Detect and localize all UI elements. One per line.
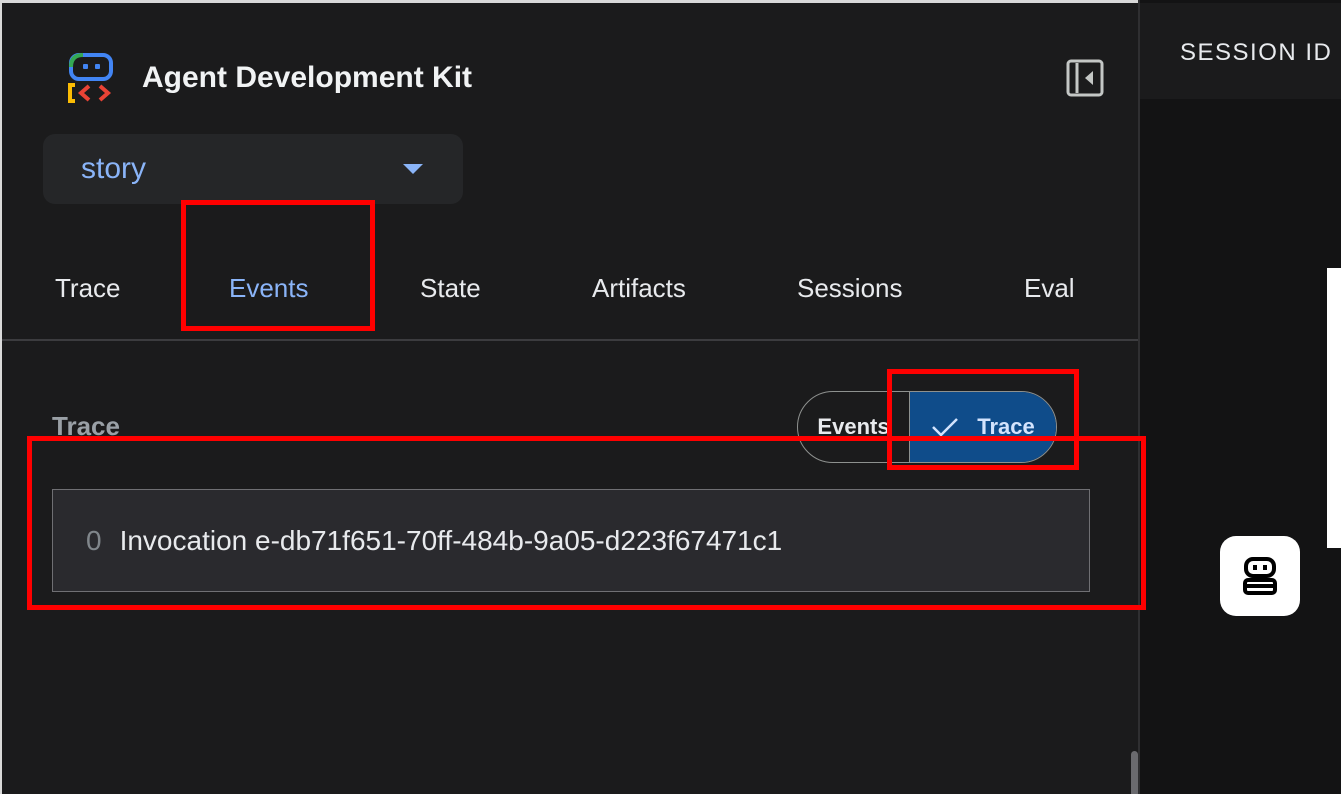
invocation-label: Invocation e-db71f651-70ff-484b-9a05-d22… [119,524,783,556]
side-drawer-edge [1327,268,1341,548]
app-title: Agent Development Kit [142,61,473,94]
main-area: SESSION ID [1140,0,1341,794]
scrollbar-thumb[interactable] [1131,751,1138,794]
tab-events[interactable]: Events [229,273,309,304]
toggle-events-button[interactable]: Events [798,392,910,462]
toggle-trace-label: Trace [977,414,1035,439]
agent-bot-button[interactable] [1220,536,1300,616]
tab-bar: Trace Events State Artifacts Sessions Ev… [2,253,1139,341]
app-header: Agent Development Kit [67,53,472,105]
invocation-index: 0 [86,524,102,556]
app-select-value: story [81,152,147,185]
page: Agent Development Kit story Trace Events… [0,0,1341,794]
dropdown-caret-icon [403,164,423,174]
tab-eval[interactable]: Eval [1024,273,1075,304]
side-panel: Agent Development Kit story Trace Events… [0,0,1139,794]
check-icon [932,418,959,437]
tab-artifacts[interactable]: Artifacts [592,273,686,304]
robot-icon [1243,557,1277,595]
panel-collapse-icon[interactable] [1066,59,1104,97]
app-select[interactable]: story [43,134,463,204]
tab-trace[interactable]: Trace [55,273,121,304]
main-header: SESSION ID [1140,3,1341,99]
section-title: Trace [52,411,120,441]
view-toggle: Events Trace [797,391,1057,463]
tab-sessions[interactable]: Sessions [797,273,903,304]
invocation-row[interactable]: 0 Invocation e-db71f651-70ff-484b-9a05-d… [52,489,1090,592]
tab-state[interactable]: State [420,273,481,304]
adk-logo-icon [68,53,113,103]
session-id-label: SESSION ID [1180,39,1333,66]
toggle-trace-button[interactable]: Trace [910,392,1056,462]
